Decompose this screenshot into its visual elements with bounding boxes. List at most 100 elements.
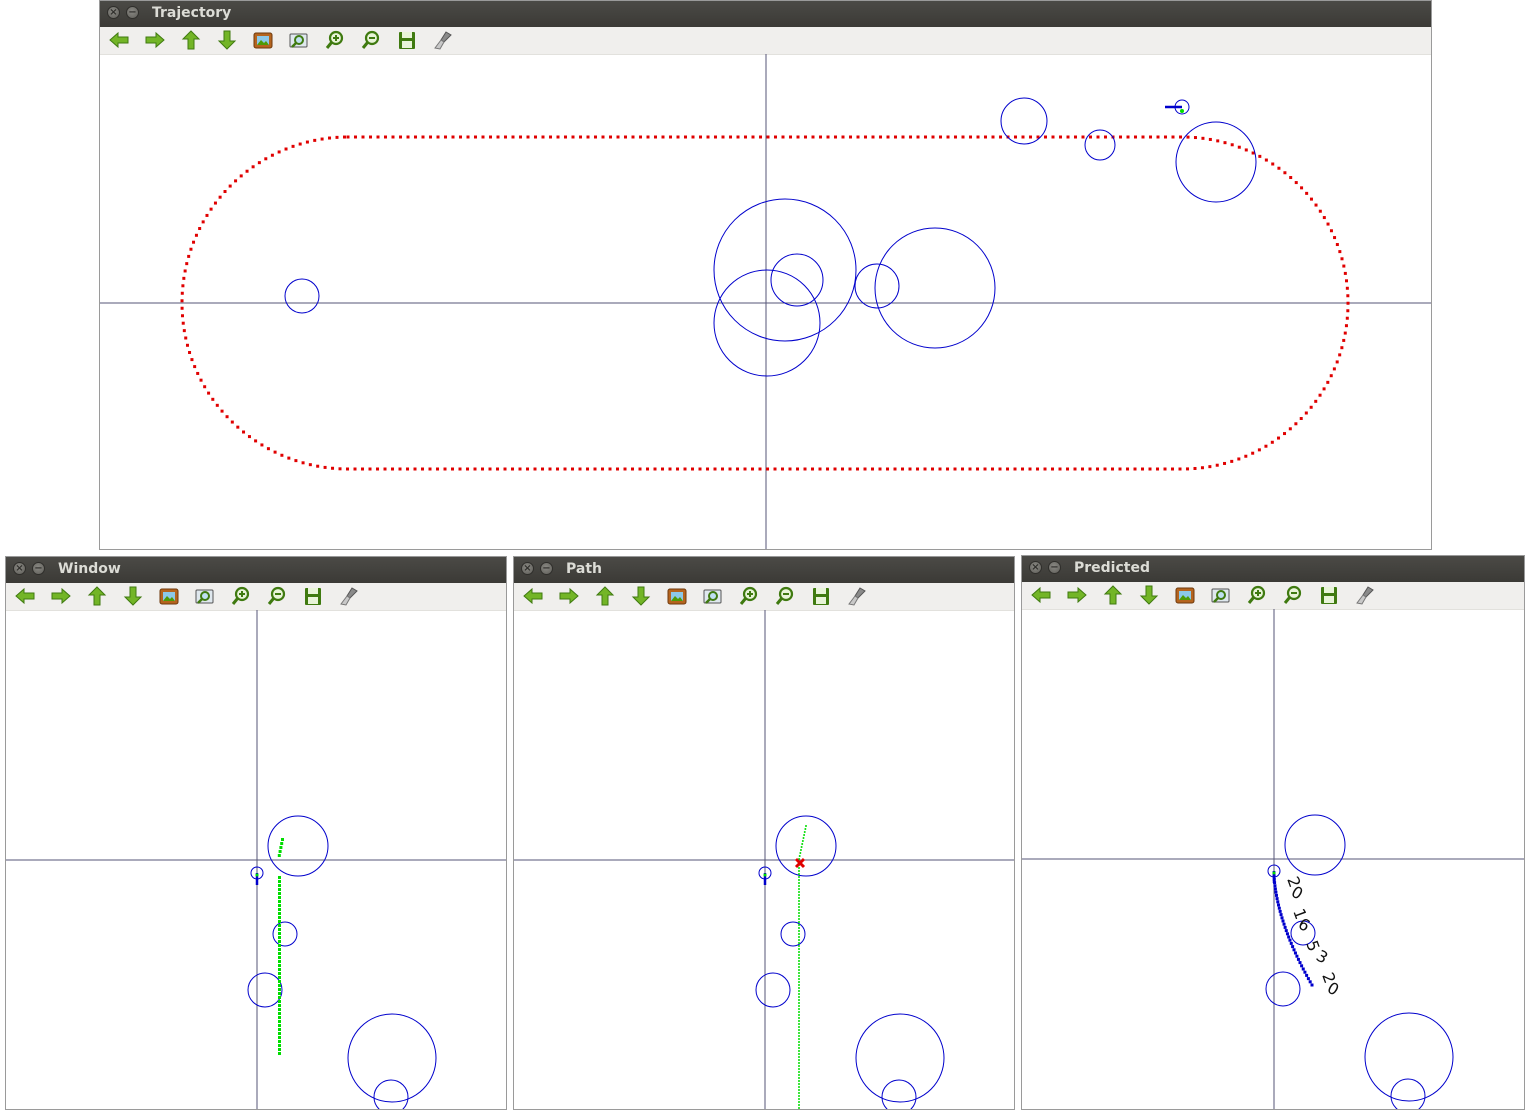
trajectory-dot [474, 135, 477, 139]
zoom-in-button[interactable] [1245, 584, 1269, 606]
path-dot [798, 906, 800, 908]
trajectory-dot [534, 135, 537, 139]
trajectory-dot [458, 467, 462, 471]
path-dot [798, 960, 800, 962]
trajectory-dot [811, 467, 815, 471]
zoom-out-button[interactable] [265, 585, 289, 607]
zoom-out-button[interactable] [359, 29, 383, 51]
zoom-fit-button[interactable] [701, 585, 725, 607]
zoom-in-icon [739, 586, 758, 605]
image-button[interactable] [665, 585, 689, 607]
path-dot [798, 873, 800, 875]
close-icon[interactable]: × [521, 562, 534, 575]
zoom-out-button[interactable] [1281, 584, 1305, 606]
arrow-down-button[interactable] [629, 585, 653, 607]
arrow-up-button[interactable] [179, 29, 203, 51]
image-button[interactable] [1173, 584, 1197, 606]
plot-canvas[interactable]: 20165320 [1022, 609, 1524, 1109]
trajectory-dot [185, 343, 189, 347]
zoom-out-icon [267, 586, 286, 605]
trajectory-dot [713, 467, 717, 471]
arrow-left-button[interactable] [521, 585, 545, 607]
brush-button[interactable] [431, 29, 455, 51]
path-dot [803, 831, 806, 833]
image-button[interactable] [251, 29, 275, 51]
path-dot [798, 975, 800, 977]
path-dot [278, 960, 281, 963]
save-icon [813, 588, 829, 605]
zoom-in-button[interactable] [323, 29, 347, 51]
trajectory-dot [1118, 467, 1122, 471]
arrow-right-button[interactable] [1065, 584, 1089, 606]
path-dot [798, 1011, 800, 1013]
arrow-down-button[interactable] [215, 29, 239, 51]
predicted-dot [1310, 983, 1314, 987]
arrow-right-button[interactable] [557, 585, 581, 607]
trajectory-dot [728, 467, 732, 471]
arrow-right-button[interactable] [143, 29, 167, 51]
trajectory-dot [878, 467, 882, 471]
path-dot [798, 909, 800, 911]
image-button[interactable] [157, 585, 181, 607]
path-dot [278, 948, 281, 951]
arrow-left-button[interactable] [13, 585, 37, 607]
trajectory-dot [518, 467, 522, 471]
path-dot [278, 904, 281, 907]
close-icon[interactable]: × [1029, 561, 1042, 574]
trajectory-dot [466, 467, 470, 471]
minimize-icon[interactable]: − [126, 6, 139, 19]
arrow-right-button[interactable] [49, 585, 73, 607]
trajectory-dot [563, 467, 567, 471]
plot-canvas[interactable] [100, 54, 1431, 549]
zoom-in-button[interactable] [737, 585, 761, 607]
brush-button[interactable] [337, 585, 361, 607]
path-dot [798, 1089, 800, 1091]
save-button[interactable] [809, 585, 833, 607]
save-button[interactable] [301, 585, 325, 607]
zoom-out-button[interactable] [773, 585, 797, 607]
toolbar [1022, 582, 1524, 610]
path-dot [278, 850, 282, 853]
arrow-left-button[interactable] [107, 29, 131, 51]
path-dot [798, 1095, 800, 1097]
predicted-dot [1279, 913, 1283, 917]
trajectory-dot [743, 467, 747, 471]
zoom-fit-icon [703, 589, 722, 604]
arrow-left-button[interactable] [1029, 584, 1053, 606]
close-icon[interactable]: × [13, 562, 26, 575]
trajectory-dot [1271, 162, 1275, 166]
trajectory-dot [298, 142, 302, 146]
minimize-icon[interactable]: − [1048, 561, 1061, 574]
minimize-icon[interactable]: − [32, 562, 45, 575]
arrow-down-button[interactable] [121, 585, 145, 607]
path-dot [798, 867, 800, 869]
save-button[interactable] [395, 29, 419, 51]
trajectory-dot [1051, 135, 1055, 139]
trajectory-dot [1270, 440, 1274, 444]
plot-canvas[interactable] [6, 610, 506, 1109]
arrow-up-button[interactable] [1101, 584, 1125, 606]
trajectory-dot [946, 467, 950, 471]
trajectory-dot [901, 135, 905, 139]
brush-button[interactable] [1353, 584, 1377, 606]
arrow-up-button[interactable] [85, 585, 109, 607]
path-dot [798, 1098, 800, 1100]
zoom-fit-button[interactable] [287, 29, 311, 51]
path-dot [278, 964, 281, 967]
zoom-fit-button[interactable] [193, 585, 217, 607]
save-button[interactable] [1317, 584, 1341, 606]
zoom-fit-button[interactable] [1209, 584, 1233, 606]
arrow-down-button[interactable] [1137, 584, 1161, 606]
trajectory-dot [714, 135, 717, 139]
brush-button[interactable] [845, 585, 869, 607]
trajectory-dot [368, 467, 372, 471]
trajectory-dot [1294, 181, 1298, 185]
trajectory-dot [192, 240, 196, 244]
trajectory-dot [744, 135, 747, 139]
zoom-in-button[interactable] [229, 585, 253, 607]
minimize-icon[interactable]: − [540, 562, 553, 575]
close-icon[interactable]: × [107, 6, 120, 19]
arrow-up-button[interactable] [593, 585, 617, 607]
plot-canvas[interactable] [514, 610, 1014, 1109]
trajectory-dot [180, 291, 184, 295]
